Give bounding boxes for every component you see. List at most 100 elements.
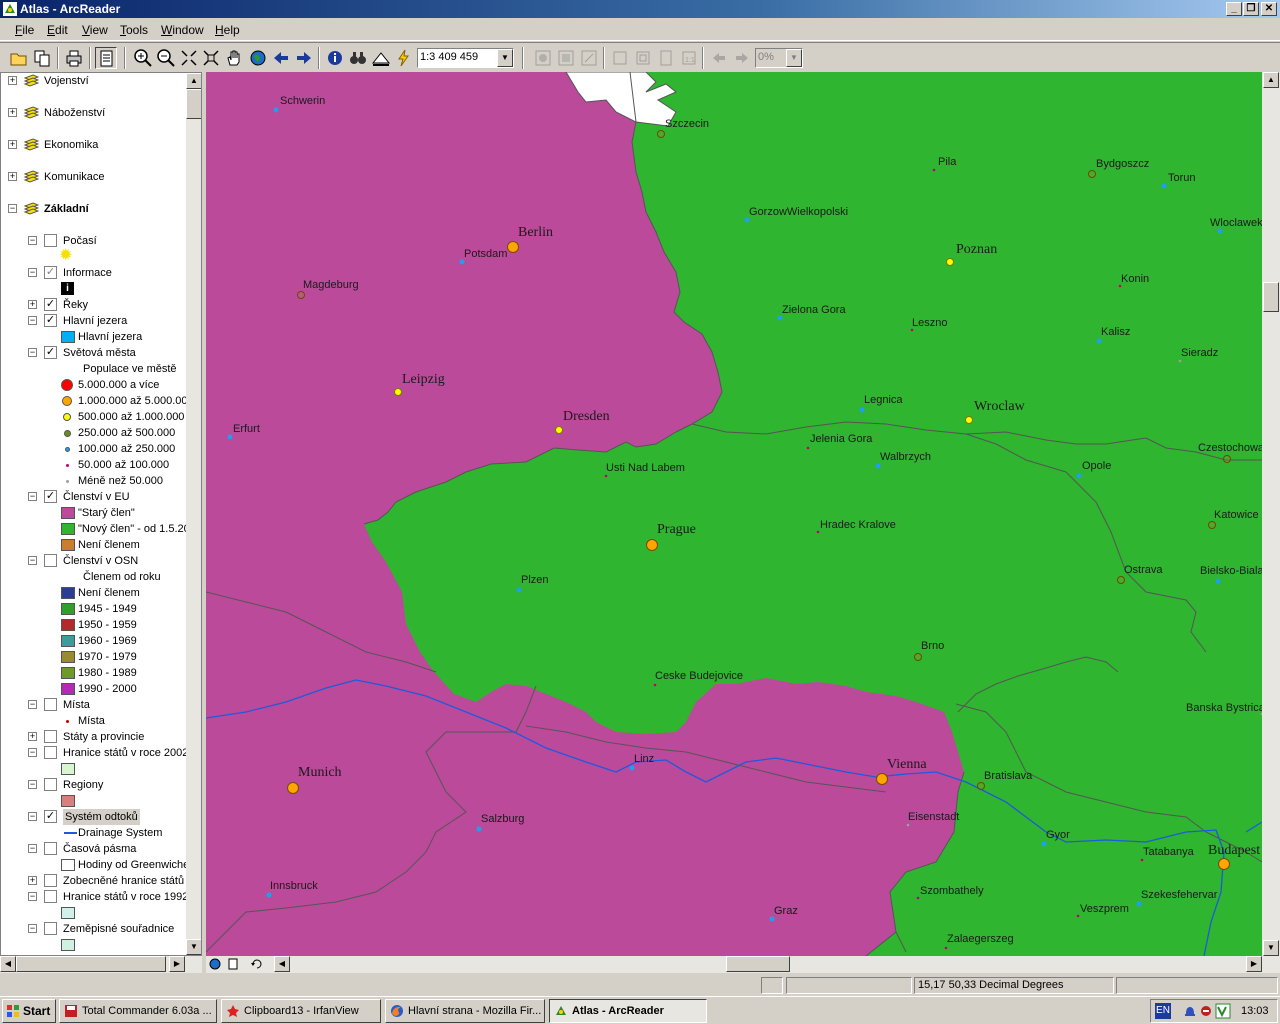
collapse-icon[interactable]: − (28, 348, 37, 357)
expand-icon[interactable]: + (28, 876, 37, 885)
layout-view-icon[interactable] (226, 957, 240, 971)
collapse-icon[interactable]: − (28, 844, 37, 853)
city-point[interactable] (1218, 858, 1230, 870)
city-point[interactable] (1076, 914, 1080, 918)
collapse-icon[interactable]: − (28, 556, 37, 565)
city-point[interactable] (910, 328, 914, 332)
forward-icon[interactable] (293, 47, 315, 69)
start-button[interactable]: Start (2, 999, 56, 1023)
city-point[interactable] (876, 773, 888, 785)
toc-row[interactable]: − Hranice států v roce 1992 (1, 889, 188, 905)
chevron-down-icon[interactable]: ▼ (497, 49, 513, 67)
city-point[interactable] (1088, 170, 1096, 178)
city-point[interactable] (394, 388, 402, 396)
layer-visibility-checkbox[interactable]: ✓ (44, 346, 57, 359)
city-point[interactable] (1076, 473, 1082, 479)
open-icon[interactable] (8, 47, 30, 69)
scroll-up-icon[interactable]: ▲ (1263, 72, 1279, 88)
toc-row[interactable]: − ✓ Informace (1, 265, 186, 281)
city-point[interactable] (1215, 578, 1221, 584)
antivirus-icon[interactable] (1215, 1003, 1231, 1019)
toc-row[interactable]: + Zobecněné hranice států (1, 873, 186, 889)
toc-row[interactable]: + Vojenství (1, 73, 186, 89)
layer-visibility-checkbox[interactable]: ✓ (44, 298, 57, 311)
city-point[interactable] (507, 241, 519, 253)
menu-window[interactable]: Window (161, 23, 204, 37)
toc-row[interactable]: − Regiony (1, 777, 186, 793)
toc-horizontal-scrollbar[interactable]: ◀ ▶ (0, 956, 202, 973)
scroll-down-icon[interactable]: ▼ (1263, 940, 1279, 956)
collapse-icon[interactable]: − (28, 780, 37, 789)
city-point[interactable] (273, 107, 279, 113)
toc-row[interactable]: − ✓ Systém odtoků (1, 809, 186, 825)
city-point[interactable] (657, 130, 665, 138)
layer-visibility-checkbox[interactable] (44, 874, 57, 887)
toc-row[interactable]: − ✓ Členství v EU (1, 489, 186, 505)
toc-toggle-icon[interactable] (95, 47, 117, 69)
scroll-left-icon[interactable]: ◀ (274, 956, 290, 972)
city-point[interactable] (1140, 858, 1144, 862)
collapse-icon[interactable]: − (28, 700, 37, 709)
city-point[interactable] (1096, 338, 1102, 344)
layer-visibility-checkbox[interactable] (44, 234, 57, 247)
city-point[interactable] (1178, 359, 1182, 363)
city-point[interactable] (653, 683, 657, 687)
city-point[interactable] (604, 474, 608, 478)
pan-icon[interactable] (223, 47, 245, 69)
toc-row[interactable]: − ✓ Hlavní jezera (1, 313, 186, 329)
collapse-icon[interactable]: − (28, 316, 37, 325)
layer-visibility-checkbox[interactable] (44, 842, 57, 855)
layer-visibility-checkbox[interactable] (44, 778, 57, 791)
task-total-commander[interactable]: Total Commander 6.03a ... (59, 999, 217, 1023)
collapse-icon[interactable]: − (28, 892, 37, 901)
toc-row[interactable]: + Státy a provincie (1, 729, 186, 745)
expand-icon[interactable]: + (8, 108, 17, 117)
collapse-icon[interactable]: − (28, 236, 37, 245)
toc-row[interactable]: − Zeměpisné souřadnice (1, 921, 186, 937)
scroll-down-icon[interactable]: ▼ (186, 939, 201, 955)
task-irfanview[interactable]: Clipboard13 - IrfanView (221, 999, 381, 1023)
city-point[interactable] (769, 916, 775, 922)
city-point[interactable] (555, 426, 563, 434)
layer-visibility-checkbox[interactable] (44, 730, 57, 743)
toc-row[interactable]: − Časová pásma (1, 841, 186, 857)
scroll-right-icon[interactable]: ▶ (1246, 956, 1262, 972)
expand-icon[interactable]: + (8, 140, 17, 149)
menu-file[interactable]: File (15, 23, 34, 37)
menu-edit[interactable]: Edit (47, 23, 68, 37)
city-point[interactable] (476, 826, 482, 832)
city-point[interactable] (227, 434, 233, 440)
fixed-zoom-in-icon[interactable] (178, 47, 200, 69)
city-point[interactable] (287, 782, 299, 794)
city-point[interactable] (914, 653, 922, 661)
scroll-up-icon[interactable]: ▲ (186, 73, 201, 89)
expand-icon[interactable]: + (28, 300, 37, 309)
identify-icon[interactable] (324, 47, 346, 69)
layer-visibility-checkbox[interactable]: ✓ (44, 266, 57, 279)
layer-visibility-checkbox[interactable]: ✓ (44, 490, 57, 503)
full-extent-icon[interactable] (247, 47, 269, 69)
minimize-button[interactable]: _ (1226, 2, 1242, 16)
zoom-in-icon[interactable] (132, 47, 154, 69)
city-point[interactable] (744, 217, 750, 223)
map-view[interactable]: Schwerin Szczecin Pila Bydgoszcz Torun Gorzow… (206, 72, 1280, 956)
collapse-icon[interactable]: − (28, 924, 37, 933)
toc-row[interactable]: + ✓ Řeky (1, 297, 186, 313)
collapse-icon[interactable]: − (28, 492, 37, 501)
city-point[interactable] (916, 896, 920, 900)
fixed-zoom-out-icon[interactable] (200, 47, 222, 69)
find-icon[interactable] (347, 47, 369, 69)
city-point[interactable] (266, 892, 272, 898)
city-point[interactable] (906, 823, 910, 827)
map-canvas[interactable]: Schwerin Szczecin Pila Bydgoszcz Torun Gorzow… (206, 72, 1262, 956)
toc-row[interactable]: + Náboženství (1, 105, 186, 121)
collapse-icon[interactable]: − (28, 812, 37, 821)
city-point[interactable] (1117, 576, 1125, 584)
scroll-thumb[interactable] (16, 956, 166, 972)
city-point[interactable] (965, 416, 973, 424)
map-horizontal-scrollbar[interactable]: ◀ ▶ (206, 956, 1280, 973)
layer-visibility-checkbox[interactable] (44, 890, 57, 903)
city-point[interactable] (946, 258, 954, 266)
scroll-thumb[interactable] (726, 956, 790, 972)
data-view-icon[interactable] (208, 957, 222, 971)
